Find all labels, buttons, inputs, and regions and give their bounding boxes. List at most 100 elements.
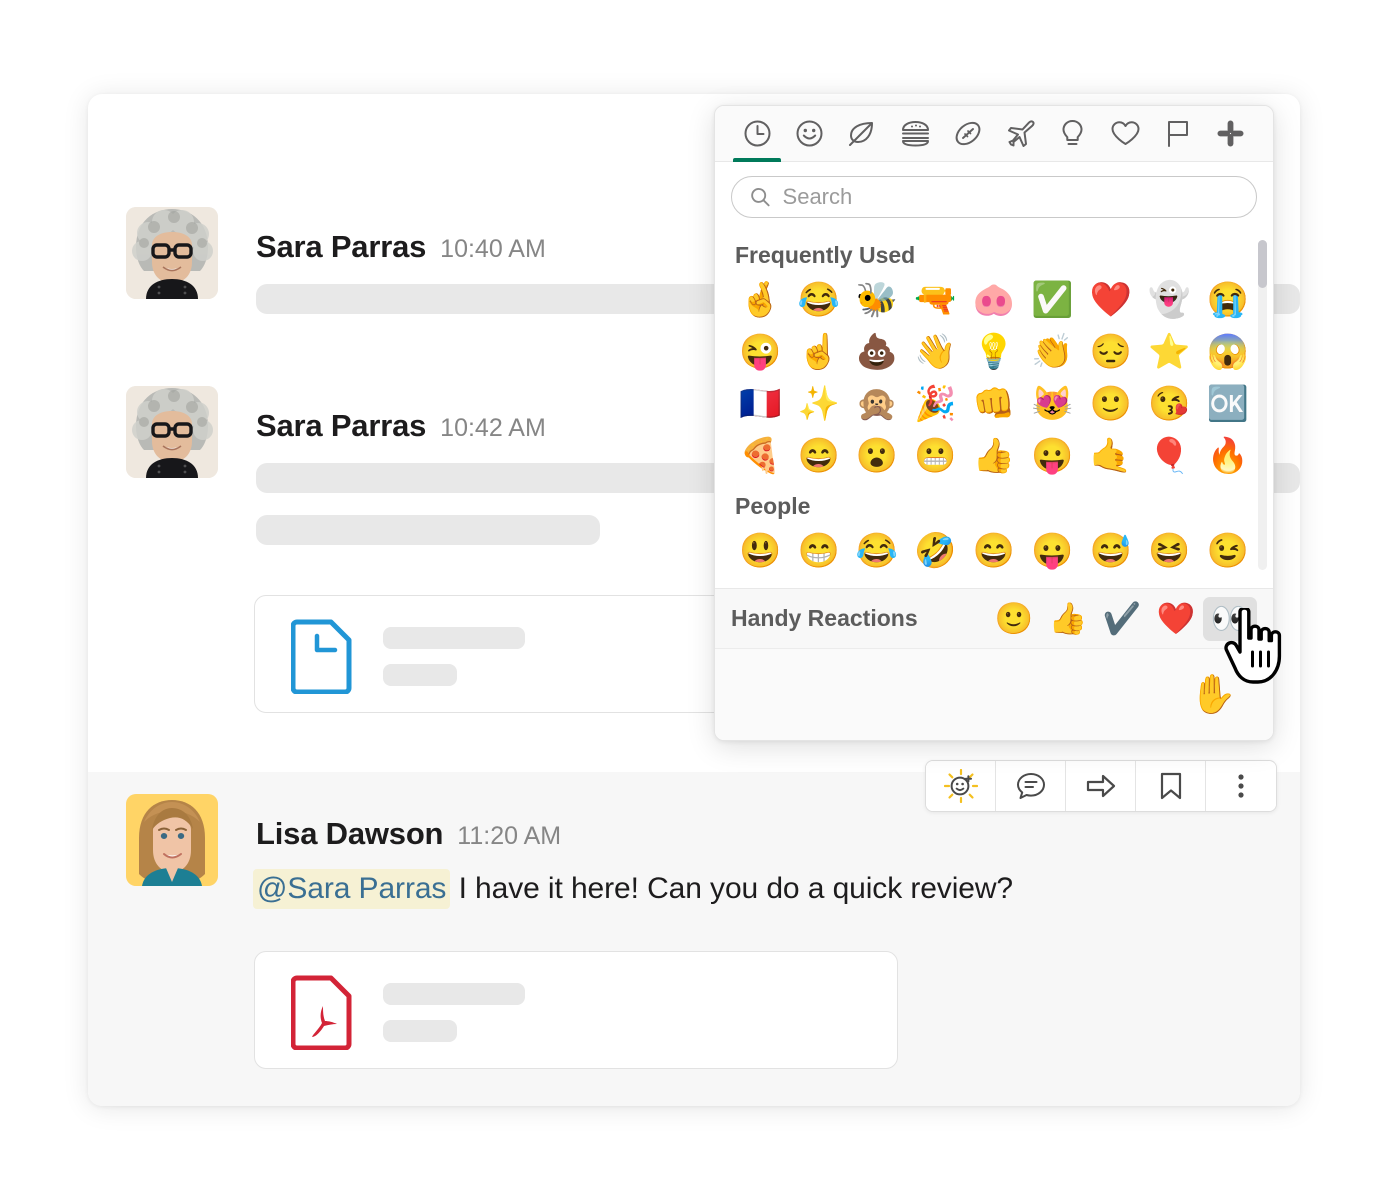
save-message-button[interactable] <box>1136 761 1206 811</box>
emoji-cell[interactable]: 👏 <box>1023 329 1081 375</box>
emoji-cell[interactable]: 👻 <box>1140 277 1198 323</box>
emoji-search-wrap <box>715 162 1273 228</box>
emoji-cell[interactable]: 🤞 <box>731 277 789 323</box>
message-timestamp: 10:42 AM <box>440 414 546 442</box>
emoji-cell[interactable]: 😱 <box>1199 329 1257 375</box>
emoji-cell[interactable]: 🤙 <box>1082 433 1140 479</box>
emoji-category-tabs <box>715 106 1273 162</box>
emoji-scrollbar-track[interactable] <box>1258 240 1267 570</box>
emoji-cell[interactable]: ✅ <box>1023 277 1081 323</box>
emoji-cell[interactable]: 🐝 <box>848 277 906 323</box>
emoji-cell[interactable]: 😄 <box>789 433 847 479</box>
emoji-cell[interactable]: ✨ <box>789 381 847 427</box>
user-mention[interactable]: @Sara Parras <box>253 869 451 909</box>
emoji-cell[interactable]: 😛 <box>1023 528 1081 574</box>
emoji-preview-footer: ✋ <box>715 648 1273 740</box>
message-author: Sara Parras <box>256 408 427 443</box>
lightbulb-icon <box>1062 120 1083 145</box>
emoji-cell[interactable]: ☝️ <box>789 329 847 375</box>
emoji-cell[interactable]: 😻 <box>1023 381 1081 427</box>
emoji-cell[interactable]: 😂 <box>848 528 906 574</box>
tab-food-drink[interactable] <box>889 106 942 162</box>
emoji-cell[interactable]: 🆗 <box>1199 381 1257 427</box>
message-action-toolbar <box>925 760 1277 812</box>
emoji-cell[interactable]: 😉 <box>1199 528 1257 574</box>
emoji-cell[interactable]: 😆 <box>1140 528 1198 574</box>
emoji-cell[interactable]: 😅 <box>1082 528 1140 574</box>
tab-smileys-people[interactable] <box>784 106 837 162</box>
avatar[interactable] <box>126 207 218 299</box>
avatar[interactable] <box>126 794 218 886</box>
emoji-cell[interactable]: 😄 <box>965 528 1023 574</box>
emoji-cell[interactable]: 👍 <box>965 433 1023 479</box>
emoji-cell[interactable]: 🎉 <box>906 381 964 427</box>
airplane-icon <box>1007 120 1035 147</box>
message-header: Lisa Dawson 11:20 AM <box>256 816 561 852</box>
emoji-cell[interactable]: ⭐ <box>1140 329 1198 375</box>
avatar[interactable] <box>126 386 218 478</box>
tab-travel-places[interactable] <box>994 106 1047 162</box>
emoji-cell[interactable]: 😬 <box>906 433 964 479</box>
emoji-cell[interactable]: 😁 <box>789 528 847 574</box>
heart-outline-icon <box>1111 121 1140 145</box>
burger-icon <box>901 121 929 147</box>
tab-objects[interactable] <box>1047 106 1100 162</box>
handy-reactions-bar: Handy Reactions 🙂 👍 ✔️ ❤️ 👀 <box>715 588 1273 648</box>
slack-logo-icon <box>1217 120 1244 147</box>
tab-nature[interactable] <box>836 106 889 162</box>
emoji-cell[interactable]: 💡 <box>965 329 1023 375</box>
file-attachment-card[interactable] <box>254 951 898 1069</box>
emoji-cell[interactable]: 🎈 <box>1140 433 1198 479</box>
emoji-cell[interactable]: 👋 <box>906 329 964 375</box>
search-icon <box>751 187 770 207</box>
message-text-body: I have it here! Can you do a quick revie… <box>450 872 1014 905</box>
emoji-cell[interactable]: 🇫🇷 <box>731 381 789 427</box>
emoji-cell[interactable]: 🔫 <box>906 277 964 323</box>
tab-flags[interactable] <box>1152 106 1205 162</box>
message-timestamp: 10:40 AM <box>440 235 546 263</box>
message-body-placeholder <box>256 515 600 545</box>
emoji-search-box[interactable] <box>731 176 1257 218</box>
handy-reaction-thumbs-up[interactable]: 👍 <box>1041 597 1095 641</box>
emoji-cell[interactable]: 😃 <box>731 528 789 574</box>
smiley-icon <box>796 120 823 147</box>
add-reaction-button[interactable] <box>926 761 996 811</box>
more-actions-button[interactable] <box>1206 761 1276 811</box>
screenshot-root: Sara Parras 10:40 AM Sara Parras 10:42 A… <box>0 0 1400 1200</box>
emoji-cell[interactable]: 🙊 <box>848 381 906 427</box>
emoji-cell[interactable]: 👊 <box>965 381 1023 427</box>
emoji-cell[interactable]: 😘 <box>1140 381 1198 427</box>
forward-message-button[interactable] <box>1066 761 1136 811</box>
emoji-scrollbar-thumb[interactable] <box>1258 240 1267 288</box>
handy-reaction-heavy-check-mark[interactable]: ✔️ <box>1095 597 1149 641</box>
reply-in-thread-button[interactable] <box>996 761 1066 811</box>
mouse-cursor-pointing-hand <box>1222 606 1284 691</box>
emoji-cell[interactable]: 🤣 <box>906 528 964 574</box>
emoji-search-input[interactable] <box>782 184 1238 210</box>
emoji-cell[interactable]: 🔥 <box>1199 433 1257 479</box>
emoji-cell[interactable]: 🐽 <box>965 277 1023 323</box>
tab-activity[interactable] <box>941 106 994 162</box>
emoji-cell[interactable]: 😜 <box>731 329 789 375</box>
message-author: Sara Parras <box>256 229 427 264</box>
tab-frequently-used[interactable] <box>731 106 784 162</box>
emoji-cell[interactable]: 😭 <box>1199 277 1257 323</box>
emoji-cell[interactable]: 😂 <box>789 277 847 323</box>
blue-document-icon <box>290 616 355 699</box>
clock-icon <box>744 120 771 147</box>
section-title-frequently-used: Frequently Used <box>735 242 916 268</box>
football-icon <box>955 121 981 146</box>
emoji-cell[interactable]: 😛 <box>1023 433 1081 479</box>
emoji-cell[interactable]: 🍕 <box>731 433 789 479</box>
handy-reaction-red-heart[interactable]: ❤️ <box>1149 597 1203 641</box>
emoji-cell[interactable]: 🙂 <box>1082 381 1140 427</box>
handy-reaction-slightly-smiling-face[interactable]: 🙂 <box>987 597 1041 641</box>
emoji-cell[interactable]: 💩 <box>848 329 906 375</box>
tab-custom-slack[interactable] <box>1204 106 1257 162</box>
tab-symbols[interactable] <box>1099 106 1152 162</box>
emoji-cell[interactable]: ❤️ <box>1082 277 1140 323</box>
emoji-cell[interactable]: 😮 <box>848 433 906 479</box>
file-meta-placeholder <box>383 1020 457 1042</box>
emoji-cell[interactable]: 😔 <box>1082 329 1140 375</box>
emoji-scroll-area[interactable]: Frequently Used 🤞 😂 🐝 🔫 🐽 ✅ ❤️ 👻 😭 😜 ☝️ … <box>715 228 1273 588</box>
